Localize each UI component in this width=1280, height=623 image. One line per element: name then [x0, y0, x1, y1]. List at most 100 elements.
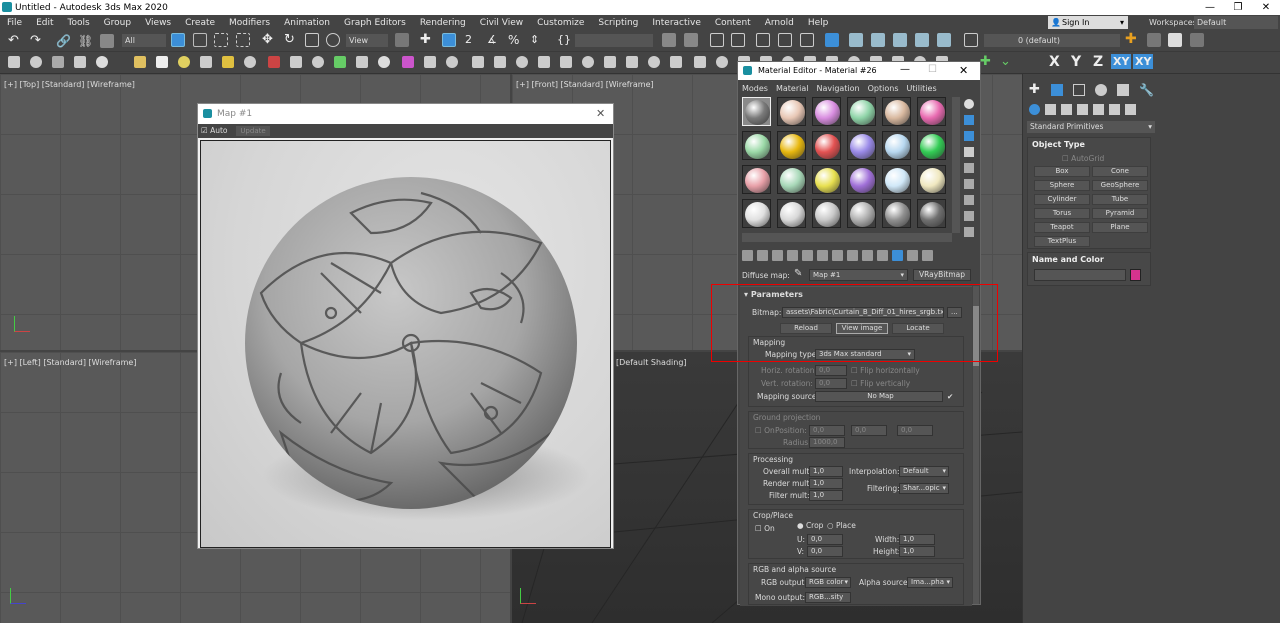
menu-group[interactable]: Group [104, 18, 131, 28]
layer-explorer-icon[interactable] [731, 33, 745, 47]
create-tab-icon[interactable]: ✚ [1029, 82, 1040, 97]
menu-content[interactable]: Content [715, 18, 751, 28]
edit-named-selection-icon[interactable]: {} [557, 33, 571, 47]
link-icon[interactable]: 🔗 [56, 34, 71, 48]
close-button[interactable]: ✕ [959, 64, 968, 77]
menu-interactive[interactable]: Interactive [652, 18, 700, 28]
xy-plane-button[interactable]: XY [1111, 54, 1132, 69]
close-icon[interactable]: ✕ [596, 107, 605, 120]
layer-dropdown[interactable]: 0 (default) [984, 34, 1120, 47]
ribbon-tool-icon[interactable] [312, 56, 324, 68]
select-manipulate-icon[interactable]: ✚ [420, 33, 434, 47]
overall-mult-spinner[interactable]: 1,0 [809, 466, 843, 477]
sample-slot[interactable] [917, 97, 946, 126]
update-button[interactable]: Update [236, 126, 270, 136]
display-tab-icon[interactable] [1117, 84, 1129, 96]
sample-slot[interactable] [847, 165, 876, 194]
selection-filter-dropdown[interactable]: All [122, 34, 166, 47]
tube-button[interactable]: Tube [1092, 194, 1148, 205]
menu-help[interactable]: Help [808, 18, 829, 28]
render-mult-spinner[interactable]: 1,0 [809, 478, 843, 489]
hierarchy-tab-icon[interactable] [1073, 84, 1085, 96]
get-material-icon[interactable] [742, 250, 753, 261]
sample-slot[interactable] [777, 97, 806, 126]
go-parent-icon[interactable] [892, 250, 903, 261]
layer-hide-icon[interactable] [1190, 33, 1204, 47]
mat-menu-modes[interactable]: Modes [742, 84, 768, 93]
object-color-swatch[interactable] [1130, 269, 1141, 281]
ribbon-tool-icon[interactable] [334, 56, 346, 68]
align-icon[interactable] [684, 33, 698, 47]
mono-output-dropdown[interactable]: RGB...sity [805, 592, 851, 603]
sample-slot[interactable] [847, 199, 876, 228]
undo-icon[interactable]: ↶ [8, 34, 22, 48]
select-object-icon[interactable] [171, 33, 185, 47]
ribbon-tool-icon[interactable] [378, 56, 390, 68]
show-end-result-icon[interactable] [877, 250, 888, 261]
sample-uv-icon[interactable] [964, 147, 974, 157]
sample-type-icon[interactable] [964, 99, 974, 109]
scale-icon[interactable] [305, 33, 319, 47]
sample-slot[interactable] [742, 97, 771, 126]
ribbon-tool-icon[interactable] [424, 56, 436, 68]
ribbon-tool-icon[interactable] [494, 56, 506, 68]
reference-coordinate-dropdown[interactable]: View [346, 34, 388, 47]
rect-selection-icon[interactable] [214, 33, 228, 47]
redo-icon[interactable]: ↷ [30, 34, 44, 48]
teapot-render-icon[interactable] [893, 33, 907, 47]
alpha-source-dropdown[interactable]: Ima...pha ▾ [907, 577, 953, 588]
interpolation-dropdown[interactable]: Default ▾ [899, 466, 949, 477]
background-icon[interactable] [964, 131, 974, 141]
flip-vertically-checkbox[interactable]: ☐ Flip vertically [851, 379, 910, 388]
create-layer-icon[interactable]: ✚ [1125, 32, 1139, 47]
options-icon[interactable] [964, 195, 974, 205]
lights-icon[interactable] [1061, 104, 1072, 115]
position-x-spinner[interactable]: 0,0 [809, 425, 845, 436]
object-name-input[interactable] [1034, 269, 1126, 281]
spinner-snap-icon[interactable]: ⇕ [530, 33, 544, 47]
scene-explorer-icon[interactable] [710, 33, 724, 47]
menu-file[interactable]: File [7, 18, 22, 28]
render-active-shade-icon[interactable] [937, 33, 951, 47]
ribbon-tool-icon[interactable] [716, 56, 728, 68]
sample-slot[interactable] [882, 165, 911, 194]
named-selection-dropdown[interactable] [575, 34, 653, 47]
ribbon-tool-icon[interactable] [648, 56, 660, 68]
menu-graph-editors[interactable]: Graph Editors [344, 18, 406, 28]
position-z-spinner[interactable]: 0,0 [897, 425, 933, 436]
textplus-button[interactable]: TextPlus [1034, 236, 1090, 247]
menu-edit[interactable]: Edit [36, 18, 53, 28]
v-spinner[interactable]: 0,0 [807, 546, 843, 557]
sample-slot[interactable] [777, 199, 806, 228]
auto-checkbox[interactable]: ☑ Auto [201, 126, 228, 135]
shapes-icon[interactable] [1045, 104, 1056, 115]
minimize-button[interactable]: — [900, 64, 910, 75]
ribbon-tool-icon[interactable] [670, 56, 682, 68]
make-preview-icon[interactable] [964, 179, 974, 189]
percent-snap-icon[interactable]: % [508, 33, 522, 47]
minimize-button[interactable]: — [1196, 0, 1224, 15]
menu-customize[interactable]: Customize [537, 18, 584, 28]
ribbon-tool-icon[interactable] [244, 56, 256, 68]
menu-scripting[interactable]: Scripting [598, 18, 638, 28]
window-crossing-icon[interactable] [236, 33, 250, 47]
put-library-icon[interactable] [832, 250, 843, 261]
close-button[interactable]: ✕ [1252, 0, 1280, 15]
pivot-icon[interactable] [395, 33, 409, 47]
map-name-dropdown[interactable]: Map #1 ▾ [809, 269, 908, 281]
utilities-tab-icon[interactable]: 🔧 [1139, 83, 1154, 97]
ribbon-tool-icon[interactable] [74, 56, 86, 68]
ribbon-tool-icon[interactable] [626, 56, 638, 68]
maximize-button[interactable]: ☐ [928, 64, 937, 75]
snap-plus-icon[interactable]: ✚ [980, 55, 994, 69]
menu-tools[interactable]: Tools [68, 18, 90, 28]
render-iterative-icon[interactable] [915, 33, 929, 47]
mat-menu-material[interactable]: Material [776, 84, 809, 93]
height-spinner[interactable]: 1,0 [899, 546, 935, 557]
vert-rotation-spinner[interactable]: 0,0 [815, 378, 847, 389]
sample-slot[interactable] [742, 131, 771, 160]
menu-animation[interactable]: Animation [284, 18, 330, 28]
ribbon-tool-icon[interactable] [356, 56, 368, 68]
y-axis-button[interactable]: Y [1071, 54, 1081, 70]
ground-on-checkbox[interactable]: ☐ On [755, 426, 775, 435]
